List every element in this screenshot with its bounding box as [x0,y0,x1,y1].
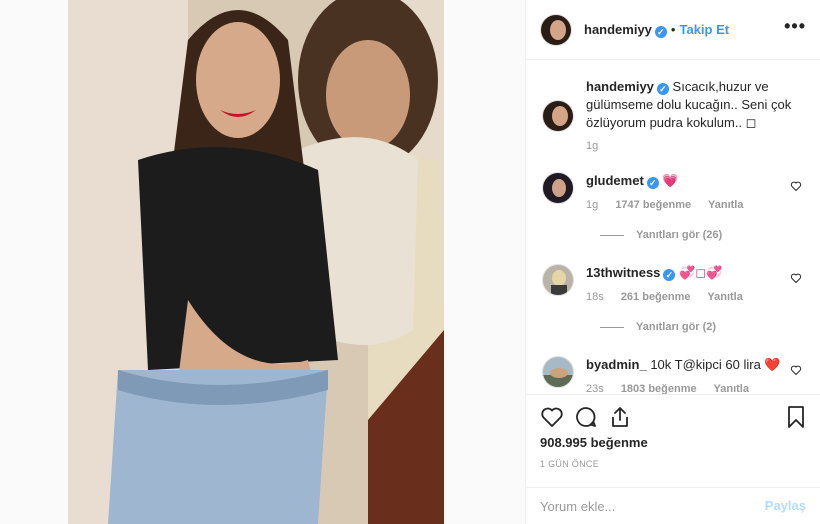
comment-item: byadmin_ 10k T@kipci 60 lira ❤️ 23s 1803… [542,356,812,394]
reply-button[interactable]: Yanıtla [708,199,743,211]
comment-avatar-image [543,173,573,203]
comment-text-block: byadmin_ 10k T@kipci 60 lira ❤️ [586,356,796,374]
comment-username[interactable]: byadmin_ [586,357,647,372]
comment-likes[interactable]: 261 beğenme [621,291,691,303]
comment-username[interactable]: 13thwitness [586,265,660,280]
caption-comment: handemiyy ✓ Sıcacık,huzur ve gülümseme do… [542,78,812,158]
like-count[interactable]: 908.995 beğenme [540,435,648,450]
comment-username[interactable]: gludemet [586,173,644,188]
comment-item: gludemet ✓ 💗 1g 1747 beğenme Yanıtla Yanı… [542,172,812,252]
comment-likes[interactable]: 1803 beğenme [621,383,697,394]
comment-likes[interactable]: 1747 beğenme [615,199,691,211]
comment-text: 💗 [662,173,679,188]
author-avatar-image [541,15,571,45]
like-heart-icon[interactable] [540,405,564,429]
verified-badge-icon: ✓ [663,269,676,281]
verified-badge-icon: ✓ [654,26,667,38]
post-actions-section: 908.995 beğenme 1 GÜN ÖNCE Paylaş [526,394,820,524]
post-header: handemiyy ✓ • Takip Et ••• [526,0,820,60]
comment-avatar[interactable] [542,264,574,296]
like-comment-heart-icon[interactable] [790,364,802,376]
comment-text-block: 13thwitness ✓ 💞◻💞 [586,264,796,282]
author-username[interactable]: handemiyy [584,22,652,37]
comment-avatar-image [543,265,573,295]
caption-avatar-image [543,101,573,131]
comment-time[interactable]: 1g [586,199,598,211]
author-avatar[interactable] [540,14,572,46]
comment-avatar[interactable] [542,172,574,204]
caption-username[interactable]: handemiyy [586,79,654,94]
verified-badge-icon: ✓ [646,177,659,189]
save-bookmark-icon[interactable] [784,405,808,429]
instagram-post-modal: handemiyy ✓ • Takip Et ••• handemiyy ✓ Sıcac… [0,0,820,524]
post-photo-illustration [68,0,444,524]
comment-item: 13thwitness ✓ 💞◻💞 18s 261 beğenme Yanıtla… [542,264,812,344]
more-options-icon[interactable]: ••• [784,16,806,37]
comment-text-block: gludemet ✓ 💗 [586,172,796,190]
comment-meta: 1g 1747 beğenme Yanıtla [586,199,757,211]
comment-text: 💞◻💞 [679,265,723,280]
header-user-line: handemiyy ✓ • Takip Et [584,21,729,39]
post-photo[interactable] [68,0,444,524]
comment-avatar-image [543,357,573,387]
comment-meta: 18s 261 beğenme Yanıtla [586,291,757,303]
comment-text: 10k T@kipci 60 lira ❤️ [650,357,781,372]
post-timestamp: 1 GÜN ÖNCE [540,459,600,469]
follow-button[interactable]: Takip Et [679,22,729,37]
comments-list: handemiyy ✓ Sıcacık,huzur ve gülümseme do… [526,60,820,394]
post-comment-button[interactable]: Paylaş [765,498,806,513]
comment-bubble-icon[interactable] [574,405,598,429]
separator-dot: • [670,22,676,37]
post-sidebar: handemiyy ✓ • Takip Et ••• handemiyy ✓ Sıcac… [526,0,820,524]
share-icon[interactable] [608,405,632,429]
comment-time[interactable]: 18s [586,291,604,303]
caption-avatar[interactable] [542,100,574,132]
media-panel [0,0,526,524]
view-replies-button[interactable]: Yanıtları gör (26) [600,229,722,241]
comment-time[interactable]: 23s [586,383,604,394]
verified-badge-icon: ✓ [656,83,669,95]
caption-text-block: handemiyy ✓ Sıcacık,huzur ve gülümseme do… [586,78,796,132]
reply-button[interactable]: Yanıtla [714,383,749,394]
like-comment-heart-icon[interactable] [790,272,802,284]
comment-input[interactable] [540,496,750,516]
comment-meta: 23s 1803 beğenme Yanıtla [586,383,763,394]
like-comment-heart-icon[interactable] [790,180,802,192]
caption-meta: 1g [586,140,612,152]
comment-avatar[interactable] [542,356,574,388]
caption-time[interactable]: 1g [586,140,598,152]
view-replies-button[interactable]: Yanıtları gör (2) [600,321,716,333]
add-comment-bar: Paylaş [526,487,820,524]
reply-button[interactable]: Yanıtla [707,291,742,303]
